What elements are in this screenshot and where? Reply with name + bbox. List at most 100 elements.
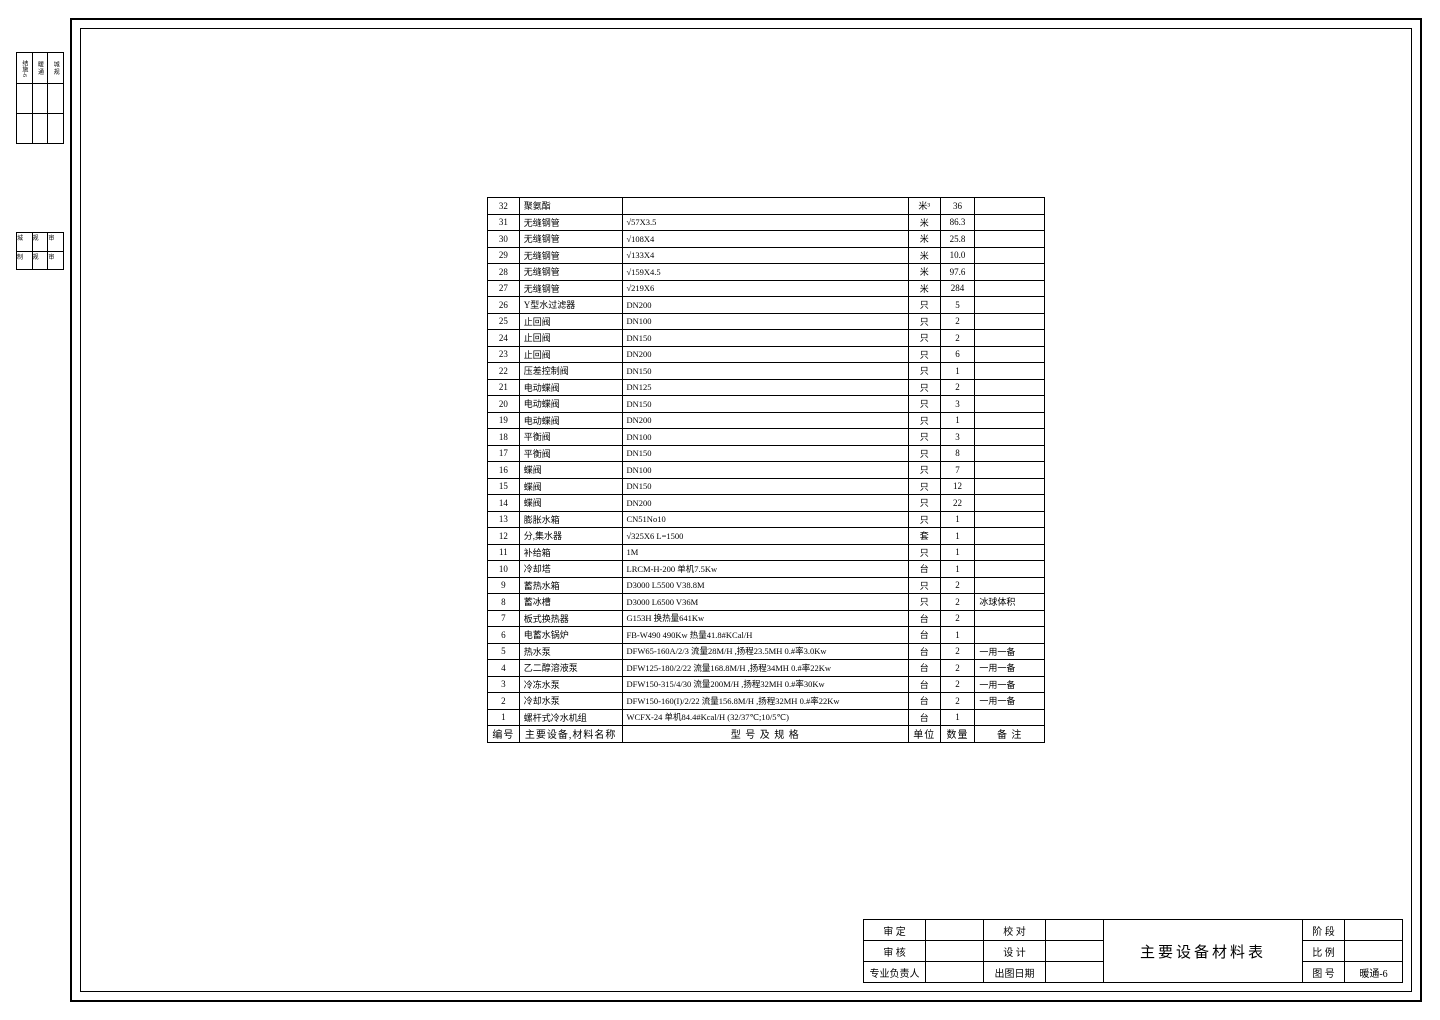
cell-name: 蝶阀 <box>519 462 622 479</box>
cell-spec: DN200 <box>622 346 908 363</box>
cell-no: 30 <box>488 231 520 248</box>
cell-spec: DN200 <box>622 297 908 314</box>
table-row: 11补给箱1M只1 <box>488 544 1045 561</box>
cell-name: 电动蝶阀 <box>519 396 622 413</box>
cell-qty: 2 <box>940 577 975 594</box>
cell-name: 无缝钢管 <box>519 280 622 297</box>
side-cell: 规 <box>32 233 48 251</box>
tb-label: 阶 段 <box>1303 920 1345 941</box>
cell-remark: 一用一备 <box>975 660 1045 677</box>
cell-no: 4 <box>488 660 520 677</box>
table-row: 9蓄热水箱D3000 L5500 V38.8M只2 <box>488 577 1045 594</box>
cell-unit: 只 <box>908 445 940 462</box>
cell-name: 无缝钢管 <box>519 264 622 281</box>
cell-qty: 97.6 <box>940 264 975 281</box>
cell-unit: 只 <box>908 297 940 314</box>
table-row: 10冷却塔LRCM-H-200 单机7.5Kw台1 <box>488 561 1045 578</box>
tb-value <box>1046 962 1104 983</box>
cell-qty: 6 <box>940 346 975 363</box>
tb-value <box>926 962 984 983</box>
cell-name: 电蓄水锅炉 <box>519 627 622 644</box>
cell-spec: DN150 <box>622 478 908 495</box>
cell-unit: 米 <box>908 247 940 264</box>
cell-name: 平衡阀 <box>519 445 622 462</box>
table-row: 5热水泵DFW65-160A/2/3 流量28M/H ,扬程23.5MH 0.#… <box>488 643 1045 660</box>
cell-remark: 一用一备 <box>975 643 1045 660</box>
cell-spec: D3000 L5500 V38.8M <box>622 577 908 594</box>
cell-unit: 台 <box>908 693 940 710</box>
cell-unit: 只 <box>908 577 940 594</box>
cell-remark <box>975 561 1045 578</box>
cell-name: 螺杆式冷水机组 <box>519 709 622 726</box>
cell-no: 29 <box>488 247 520 264</box>
cell-remark <box>975 511 1045 528</box>
cell-remark <box>975 429 1045 446</box>
table-row: 19电动蝶阀DN200只1 <box>488 412 1045 429</box>
cell-remark <box>975 462 1045 479</box>
cell-name: 冷冻水泵 <box>519 676 622 693</box>
cell-spec: CN51No10 <box>622 511 908 528</box>
cell-unit: 套 <box>908 528 940 545</box>
cell-name: 热水泵 <box>519 643 622 660</box>
cell-no: 23 <box>488 346 520 363</box>
cell-unit: 只 <box>908 544 940 561</box>
table-row: 3冷冻水泵DFW150-315/4/30 流量200M/H ,扬程32MH 0.… <box>488 676 1045 693</box>
cell-unit: 只 <box>908 511 940 528</box>
cell-unit: 米 <box>908 214 940 231</box>
cell-qty: 8 <box>940 445 975 462</box>
side-cell: 城 规 <box>47 53 63 83</box>
cell-no: 2 <box>488 693 520 710</box>
title-row-1: 审 定 校 对 主要设备材料表 阶 段 <box>864 920 1403 941</box>
cell-unit: 只 <box>908 379 940 396</box>
tb-value <box>1046 920 1104 941</box>
cell-no: 16 <box>488 462 520 479</box>
cell-qty: 2 <box>940 643 975 660</box>
cell-remark: 冰球体积 <box>975 594 1045 611</box>
side-cell: 结施-6 <box>17 53 32 83</box>
table-row: 30无缝钢管√108X4米25.8 <box>488 231 1045 248</box>
cell-unit: 台 <box>908 627 940 644</box>
side-cell: 暖 通 <box>32 53 48 83</box>
cell-remark <box>975 544 1045 561</box>
cell-no: 9 <box>488 577 520 594</box>
tb-value <box>1345 920 1403 941</box>
side-cell: 审 <box>47 251 63 269</box>
cell-no: 13 <box>488 511 520 528</box>
cell-spec: DN125 <box>622 379 908 396</box>
tb-label: 出图日期 <box>984 962 1046 983</box>
table-row: 7板式换热器G153H 换热量641Kw台2 <box>488 610 1045 627</box>
cell-qty: 2 <box>940 313 975 330</box>
cell-remark <box>975 627 1045 644</box>
cell-unit: 只 <box>908 495 940 512</box>
cell-remark <box>975 313 1045 330</box>
cell-qty: 10.0 <box>940 247 975 264</box>
cell-unit: 只 <box>908 462 940 479</box>
table-row: 20电动蝶阀DN150只3 <box>488 396 1045 413</box>
cell-spec: G153H 换热量641Kw <box>622 610 908 627</box>
cell-no: 5 <box>488 643 520 660</box>
cell-qty: 2 <box>940 594 975 611</box>
cell-remark <box>975 231 1045 248</box>
table-row: 8蓄冰槽D3000 L6500 V36M只2冰球体积 <box>488 594 1045 611</box>
side-cell: 城 <box>17 233 32 251</box>
cell-remark <box>975 495 1045 512</box>
cell-name: 电动蝶阀 <box>519 379 622 396</box>
cell-spec <box>622 198 908 215</box>
cell-name: 分,集水器 <box>519 528 622 545</box>
cell-unit: 米 <box>908 231 940 248</box>
cell-remark <box>975 709 1045 726</box>
cell-remark <box>975 379 1045 396</box>
cell-name: 冷却塔 <box>519 561 622 578</box>
side-cell: 规 <box>32 251 48 269</box>
cell-qty: 1 <box>940 544 975 561</box>
tb-label: 审 定 <box>864 920 926 941</box>
cell-remark <box>975 214 1045 231</box>
cell-unit: 台 <box>908 643 940 660</box>
cell-remark <box>975 610 1045 627</box>
cell-spec: DFW150-315/4/30 流量200M/H ,扬程32MH 0.#率30K… <box>622 676 908 693</box>
cell-unit: 只 <box>908 478 940 495</box>
cell-unit: 米 <box>908 280 940 297</box>
table-row: 6电蓄水锅炉FB-W490 490Kw 热量41.8#KCal/H台1 <box>488 627 1045 644</box>
cell-spec: DN100 <box>622 462 908 479</box>
cell-name: 平衡阀 <box>519 429 622 446</box>
